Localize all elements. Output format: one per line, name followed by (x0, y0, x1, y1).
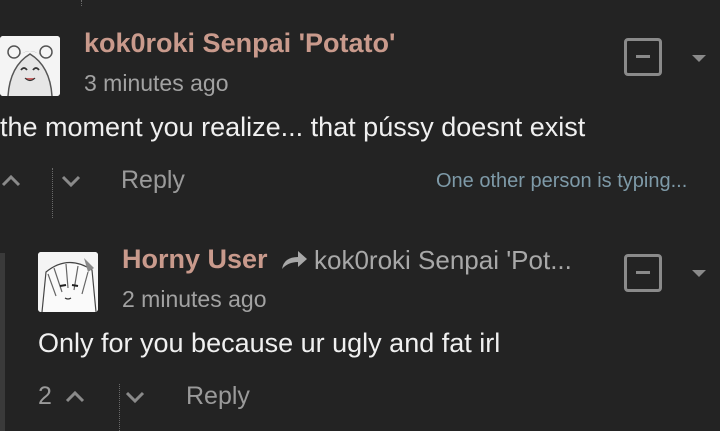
chevron-down-icon[interactable] (60, 170, 82, 192)
typing-indicator: One other person is typing... (436, 170, 688, 192)
reply-button[interactable]: Reply (121, 166, 185, 195)
chevron-up-icon[interactable] (64, 386, 86, 408)
reply-indent-bar (0, 253, 5, 431)
comment-timestamp[interactable]: 2 minutes ago (122, 286, 266, 313)
comment-thread: kok0roki Senpai 'Potato' 3 minutes ago t… (0, 0, 720, 431)
chevron-up-icon[interactable] (0, 170, 22, 192)
avatar[interactable] (38, 252, 98, 312)
comment-author[interactable]: kok0roki Senpai 'Potato' (84, 28, 395, 59)
avatar[interactable] (0, 36, 60, 96)
vote-divider (52, 168, 53, 218)
comment-body: the moment you realize... that pússy doe… (0, 112, 586, 142)
collapse-button[interactable] (624, 38, 662, 76)
caret-down-icon[interactable] (692, 55, 706, 62)
caret-down-icon[interactable] (692, 270, 706, 277)
share-arrow-icon (280, 249, 308, 271)
reply-button[interactable]: Reply (186, 382, 250, 411)
collapse-button[interactable] (624, 254, 662, 292)
comment-body: Only for you because ur ugly and fat irl (38, 328, 501, 358)
thread-line (81, 0, 82, 6)
vote-divider (119, 384, 120, 431)
upvote-count: 2 (38, 382, 52, 410)
chevron-down-icon[interactable] (124, 386, 146, 408)
comment-author[interactable]: Horny User (122, 244, 268, 275)
comment-timestamp[interactable]: 3 minutes ago (84, 70, 228, 97)
parent-comment-link[interactable]: kok0roki Senpai 'Pot... (314, 245, 572, 276)
